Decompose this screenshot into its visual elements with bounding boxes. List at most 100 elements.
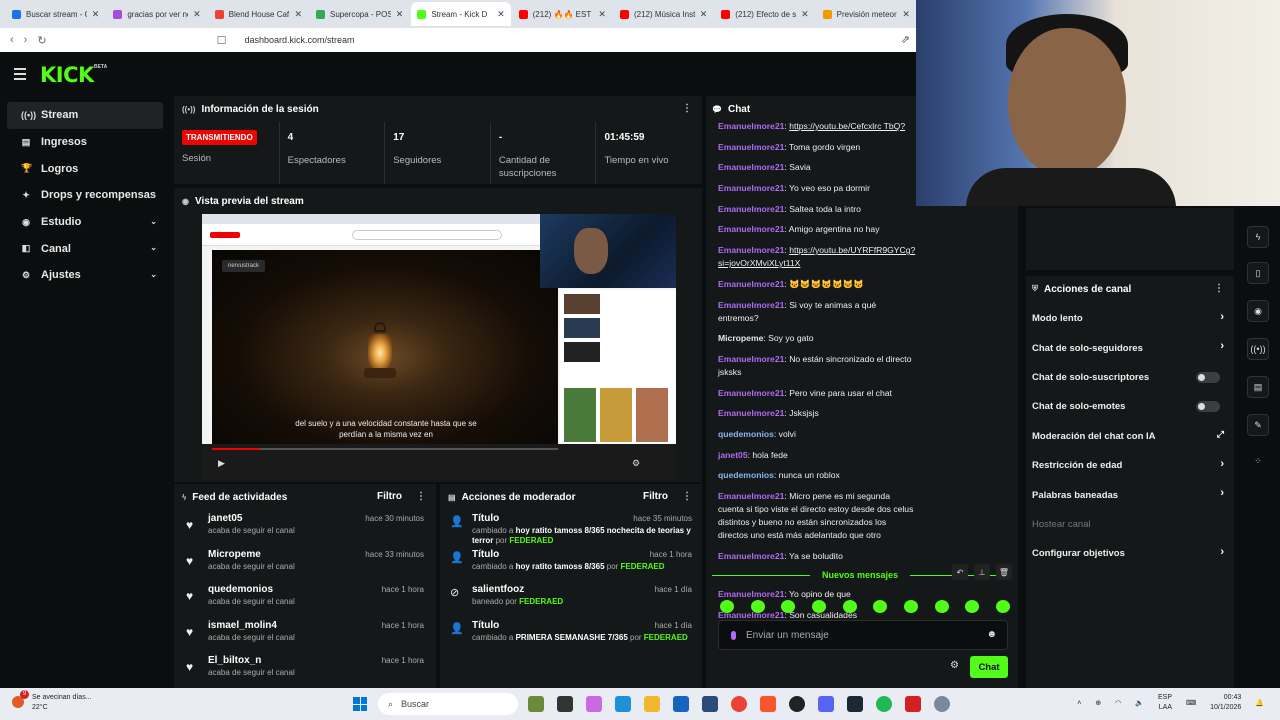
emote-icon[interactable] — [965, 600, 980, 613]
chat-username[interactable]: Emanuelmore21 — [718, 204, 784, 214]
dots-icon[interactable]: ⁘ — [1247, 450, 1269, 472]
emote-icon[interactable] — [842, 600, 857, 613]
back-icon[interactable]: ‹ — [10, 34, 14, 46]
chat-username[interactable]: Emanuelmore21 — [718, 388, 784, 398]
emote-icon[interactable] — [995, 600, 1010, 613]
emote-icon[interactable] — [811, 600, 826, 613]
mod-action-user[interactable]: FEDERAED — [621, 562, 665, 571]
channel-action-item[interactable]: Chat de solo-suscriptores — [1026, 363, 1234, 392]
emote-icon[interactable] — [873, 600, 888, 613]
chat-bubble-icon[interactable]: ◉ — [1247, 300, 1269, 322]
chat-send-button[interactable]: Chat — [970, 656, 1008, 678]
keyboard-icon[interactable]: ⌨ — [1186, 699, 1196, 707]
forward-icon[interactable]: › — [24, 34, 28, 46]
url-field[interactable]: dashboard.kick.com/stream — [244, 35, 354, 45]
wrench-icon[interactable]: ✎ — [1247, 414, 1269, 436]
steam-icon[interactable] — [847, 696, 863, 712]
stream-preview[interactable]: nervustrack del suelo y a una velocidad … — [202, 214, 676, 480]
emote-icon[interactable] — [720, 600, 734, 613]
bookmark-icon[interactable]: ☐ — [217, 34, 227, 47]
channel-action-item[interactable]: Palabras baneadas › — [1026, 480, 1234, 509]
browser-tab[interactable]: Previsión meteor ✕ — [817, 2, 916, 26]
reply-icon[interactable]: ↶ — [952, 564, 968, 580]
sidebar-item-stream[interactable]: ((•)) Stream — [7, 102, 163, 129]
edge-icon[interactable] — [615, 696, 631, 712]
browser-tab[interactable]: Buscar stream - Ca ✕ — [6, 2, 105, 26]
discord-icon[interactable] — [818, 696, 834, 712]
browser-tab[interactable]: (212) 🔥🔥 EST ✕ — [513, 2, 612, 26]
chat-username[interactable]: Emanuelmore21 — [718, 183, 784, 193]
settings-icon[interactable] — [934, 696, 950, 712]
browser-tab[interactable]: (212) Música Instru ✕ — [614, 2, 713, 26]
weather-widget[interactable]: 9 Se avecinan días... 22°C — [12, 690, 92, 713]
channel-action-item[interactable]: Chat de solo-emotes — [1026, 392, 1234, 421]
wifi-icon[interactable]: ◠ — [1115, 699, 1121, 707]
menu-icon[interactable] — [14, 68, 26, 83]
kick-logo[interactable]: KICK — [40, 63, 94, 87]
chevron-up-icon[interactable]: ˄ — [1077, 700, 1081, 707]
emote-icon[interactable] — [903, 600, 918, 613]
close-icon[interactable]: ✕ — [598, 9, 606, 20]
browser-tab[interactable]: Supercopa - POSIC ✕ — [310, 2, 409, 26]
network-icon[interactable]: ⊕ — [1095, 699, 1101, 707]
chat-username[interactable]: Emanuelmore21 — [718, 408, 784, 418]
mod-action-user[interactable]: FEDERAED — [644, 633, 688, 642]
chat-username[interactable]: Emanuelmore21 — [718, 224, 784, 234]
mod-action-name[interactable]: Título — [472, 620, 499, 631]
chat-username[interactable]: Emanuelmore21 — [718, 162, 784, 172]
more-icon[interactable]: ⋮ — [1214, 283, 1224, 294]
chat-username[interactable]: Emanuelmore21 — [718, 491, 784, 501]
chat-username[interactable]: Emanuelmore21 — [718, 142, 784, 152]
chat-username[interactable]: janet05 — [718, 450, 748, 460]
sidebar-item-drops[interactable]: ✦ Drops y recompensas — [7, 182, 163, 209]
spotify-icon[interactable] — [876, 696, 892, 712]
feed-username[interactable]: ismael_molin4 — [208, 620, 277, 631]
emoji-icon[interactable]: ☻ — [986, 629, 997, 640]
mod-action-name[interactable]: Título — [472, 513, 499, 524]
reload-icon[interactable]: ↻ — [37, 34, 46, 47]
close-icon[interactable]: ✕ — [902, 9, 910, 20]
toggle-switch[interactable] — [1196, 401, 1220, 413]
emote-icon[interactable] — [781, 600, 796, 613]
chat-settings-icon[interactable]: ⚙ — [950, 660, 959, 671]
app-icon[interactable] — [586, 696, 602, 712]
close-icon[interactable]: ✕ — [801, 9, 809, 20]
chat-username[interactable]: Emanuelmore21 — [718, 121, 784, 131]
close-icon[interactable]: ✕ — [92, 9, 100, 20]
mod-filter-button[interactable]: Filtro — [643, 491, 668, 502]
emote-icon[interactable] — [934, 600, 949, 613]
channel-action-item[interactable]: Restricción de edad › — [1026, 451, 1234, 480]
obs-icon[interactable] — [789, 696, 805, 712]
mod-action-name[interactable]: Título — [472, 549, 499, 560]
close-icon[interactable]: ✕ — [193, 9, 201, 20]
browser-tab[interactable]: (212) Efecto de son ✕ — [715, 2, 814, 26]
channel-action-item[interactable]: Hostear canal — [1026, 510, 1234, 539]
browser-tab[interactable]: Stream - Kick D ✕ — [411, 2, 511, 26]
chat-username[interactable]: quedemonios — [718, 470, 774, 480]
layout-icon[interactable]: ▤ — [1247, 376, 1269, 398]
chat-username[interactable]: Emanuelmore21 — [718, 551, 784, 561]
taskbar-search[interactable]: ⌕ Buscar — [378, 693, 518, 715]
notifications-icon[interactable]: 🔔 — [1255, 699, 1264, 707]
mod-action-user[interactable]: FEDERAED — [509, 536, 553, 545]
browser-tab[interactable]: Blend House Café ✕ — [209, 2, 308, 26]
folder-icon[interactable] — [644, 696, 660, 712]
close-icon[interactable]: ✕ — [396, 9, 404, 20]
chat-username[interactable]: Emanuelmore21 — [718, 300, 784, 310]
outlook-icon[interactable] — [673, 696, 689, 712]
close-icon[interactable]: ✕ — [497, 9, 505, 20]
more-icon[interactable]: ⋮ — [682, 491, 692, 502]
sidebar-item-ajustes[interactable]: ⚙ Ajustes ⌄ — [7, 262, 163, 289]
more-icon[interactable]: ⋮ — [416, 491, 426, 502]
share-icon[interactable]: ⇗ — [901, 33, 910, 46]
chat-username[interactable]: Emanuelmore21 — [718, 279, 784, 289]
chat-username[interactable]: Emanuelmore21 — [718, 354, 784, 364]
close-icon[interactable]: ✕ — [700, 9, 708, 20]
emote-icon[interactable] — [750, 600, 765, 613]
app-icon[interactable] — [528, 696, 544, 712]
pin-icon[interactable]: ⊥ — [974, 564, 990, 580]
channel-action-item[interactable]: Configurar objetivos › — [1026, 539, 1234, 568]
sidebar-item-logros[interactable]: 🏆 Logros — [7, 155, 163, 182]
app-icon[interactable] — [702, 696, 718, 712]
chat-username[interactable]: quedemonios — [718, 429, 774, 439]
